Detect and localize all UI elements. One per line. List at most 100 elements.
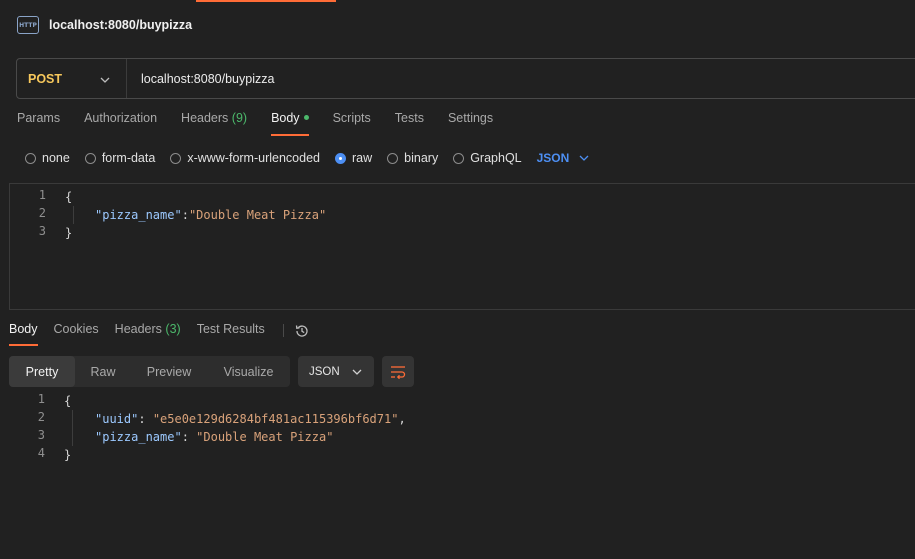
line-number: 3 [38,224,46,238]
radio-label: none [42,151,70,165]
radio-circle[interactable] [453,152,465,164]
code-line: { [65,188,72,206]
tab-label: Body [271,111,300,125]
radio-label: binary [404,151,439,165]
http-icon: HTTP [17,16,39,34]
code-line: } [65,224,72,242]
url-input[interactable] [141,71,741,86]
radio-label: raw [352,151,373,165]
json-value: "Double Meat Pizza" [196,430,334,444]
response-tab-cookies[interactable]: Cookies [54,322,99,346]
language-label: JSON [536,151,570,165]
line-number: 2 [37,410,45,424]
method-label: POST [28,71,63,86]
request-tab-title: localhost:8080/buypizza [49,18,193,32]
tab-label: Authorization [84,111,158,125]
tab-label: Scripts [332,111,371,125]
chevron-down-icon [579,155,589,161]
json-separator: : [138,412,153,426]
modified-dot-icon [303,115,309,121]
format-label: JSON [309,365,340,378]
tab-params[interactable]: Params [17,111,60,135]
view-pretty[interactable]: Pretty [9,356,75,387]
radio-form-data[interactable]: form-data [84,151,156,165]
radio-circle[interactable] [25,152,36,164]
tab-label: Settings [447,111,494,125]
history-icon[interactable] [294,323,310,342]
tab-scripts[interactable]: Scripts [333,111,371,135]
tab-label: Body [9,322,38,336]
tab-label: Tests [394,111,424,125]
divider [282,324,284,337]
response-tabs: Body Cookies Headers (3) Test Results [9,322,310,346]
wrap-lines-icon [390,365,406,379]
response-body: 1 2 3 4 { "uuid": "e5e0e129d6284bf481ac1… [0,392,915,482]
json-key: "pizza_name" [95,208,182,222]
line-number: 2 [38,206,46,220]
json-key: "uuid" [95,412,139,426]
code-brace: { [64,394,72,408]
method-select[interactable]: POST [17,59,127,98]
line-number: 3 [37,428,45,442]
response-format-select[interactable]: JSON [298,356,374,387]
json-value: "e5e0e129d6284bf481ac115396bf6d71" [152,412,399,426]
radio-label: form-data [101,151,156,165]
request-tab-header[interactable]: HTTP localhost:8080/buypizza [0,0,915,50]
request-tabs: Params Authorization Headers (9) Body Sc… [17,111,517,136]
tab-label: Test Results [196,322,265,336]
response-tab-headers[interactable]: Headers (3) [115,322,181,346]
radio-circle[interactable] [387,152,399,164]
url-bar: POST [16,58,915,99]
code-line: { [64,392,71,410]
view-raw[interactable]: Raw [75,356,131,387]
radio-none[interactable]: none [25,151,70,165]
code-brace: } [64,448,72,462]
code-brace: { [65,190,73,204]
response-view-switch: Pretty Raw Preview Visualize [9,356,290,387]
headers-count: (3) [165,322,181,336]
tab-body[interactable]: Body [271,111,309,136]
chevron-down-icon [100,72,110,86]
tab-headers[interactable]: Headers (9) [181,111,247,135]
tab-authorization[interactable]: Authorization [84,111,157,135]
radio-label: GraphQL [470,151,522,165]
json-separator: : [181,208,189,222]
response-tab-test-results[interactable]: Test Results [197,322,265,346]
line-number: 4 [37,446,45,460]
json-value: "Double Meat Pizza" [188,208,327,222]
view-preview[interactable]: Preview [131,356,207,387]
code-line: } [64,446,71,464]
wrap-lines-button[interactable] [382,356,414,387]
tab-label: Params [17,111,61,125]
json-comma: , [398,412,406,426]
indent-guide [72,410,73,446]
indent-guide [73,206,74,224]
radio-x-www-form-urlencoded[interactable]: x-www-form-urlencoded [170,151,320,165]
code-brace: } [65,226,73,240]
tab-label: Headers [114,322,162,336]
tab-label: Headers [181,111,229,125]
json-separator: : [181,430,197,444]
code-line: "pizza_name": "Double Meat Pizza" [95,206,326,224]
radio-label: x-www-form-urlencoded [187,151,320,165]
radio-circle-checked[interactable] [335,152,346,164]
radio-binary[interactable]: binary [387,151,438,165]
tab-label: Cookies [53,322,99,336]
code-line: "uuid": "e5e0e129d6284bf481ac115396bf6d7… [95,410,406,428]
radio-circle[interactable] [170,152,182,164]
request-body-editor[interactable]: 1 2 3 { "pizza_name": "Double Meat Pizza"… [9,183,915,310]
line-number: 1 [38,188,46,202]
chevron-down-icon [352,369,362,375]
language-select[interactable]: JSON [537,151,590,165]
radio-circle[interactable] [84,152,96,164]
response-tab-body[interactable]: Body [9,322,38,346]
line-number: 1 [37,392,45,406]
body-type-options: none form-data x-www-form-urlencoded raw… [25,149,589,167]
tab-tests[interactable]: Tests [395,111,424,135]
tab-settings[interactable]: Settings [448,111,493,135]
code-line: "pizza_name": "Double Meat Pizza" [95,428,333,446]
view-visualize[interactable]: Visualize [207,356,290,387]
radio-raw[interactable]: raw [335,151,372,165]
radio-graphql[interactable]: GraphQL [453,151,522,165]
headers-count: (9) [231,111,248,125]
